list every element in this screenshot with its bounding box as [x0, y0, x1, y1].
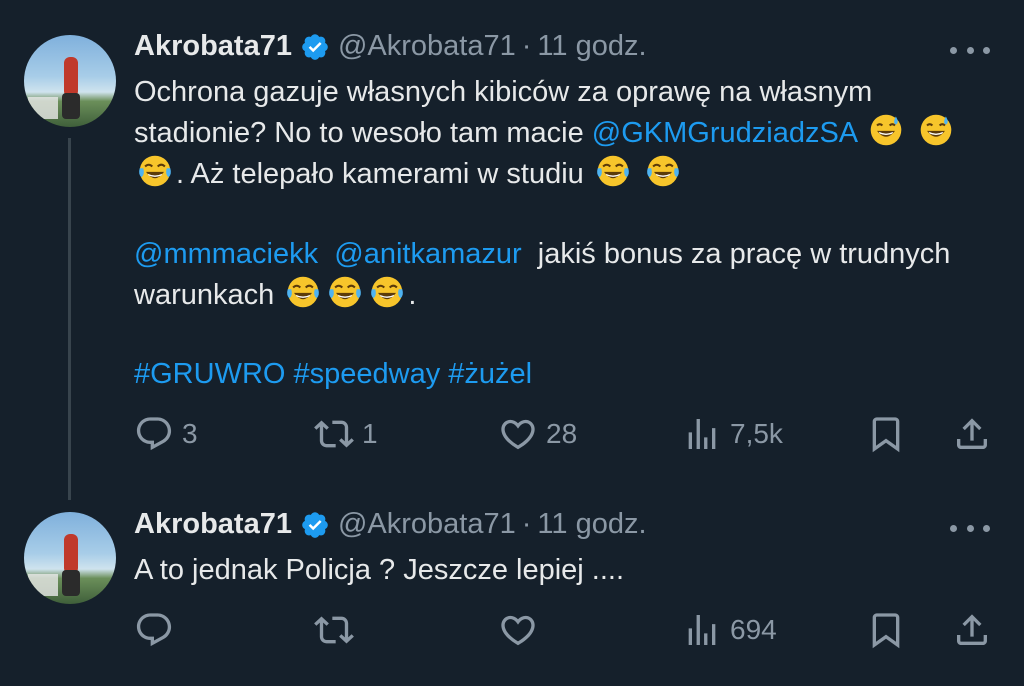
tweet-header: Akrobata71 @Akrobata71 · 11 godz.: [134, 30, 647, 63]
like-button[interactable]: 28: [498, 414, 577, 454]
mention-link[interactable]: @GKMGrudziadzSA: [592, 117, 857, 149]
text-segment: A to jednak Policja ? Jeszcze lepiej ...…: [134, 554, 625, 586]
retweet-button[interactable]: 1: [314, 414, 378, 454]
text-segment: . Aż telepało kamerami w studiu: [176, 158, 584, 190]
share-button[interactable]: [952, 610, 992, 650]
tears-of-joy-emoji: [369, 274, 405, 310]
like-count: 28: [546, 418, 578, 449]
separator-dot: ·: [521, 508, 532, 540]
tweet-2[interactable]: Akrobata71 @Akrobata71 · 11 godz. A to j…: [0, 500, 1024, 686]
tweet-1[interactable]: Akrobata71 @Akrobata71 · 11 godz. Ochron…: [0, 0, 1024, 500]
mention-link[interactable]: @mmmaciekk: [134, 238, 318, 270]
text-segment: .: [408, 279, 417, 311]
bookmark-icon: [872, 417, 900, 453]
thread-line: [68, 138, 71, 500]
verified-badge-icon: [300, 510, 330, 540]
tears-of-joy-emoji: [137, 153, 173, 189]
reply-count: 3: [182, 418, 198, 449]
views-button[interactable]: 7,5k: [682, 414, 783, 454]
verified-badge-icon: [300, 32, 330, 62]
avatar[interactable]: [24, 35, 116, 127]
tweet-text-paragraph-2: @mmmaciekk @anitkamazur jakiś bonus za p…: [134, 234, 974, 315]
tears-of-joy-emoji: [285, 274, 321, 310]
views-button[interactable]: 694: [682, 610, 777, 650]
tears-of-joy-emoji: [595, 153, 631, 189]
mention-link[interactable]: @anitkamazur: [334, 238, 521, 270]
share-icon: [957, 418, 987, 449]
share-icon: [957, 614, 987, 645]
reply-button[interactable]: [134, 610, 174, 650]
views-icon: [688, 615, 716, 645]
reply-icon: [136, 613, 172, 647]
author-handle[interactable]: @Akrobata71: [338, 30, 516, 63]
share-button[interactable]: [952, 414, 992, 454]
avatar-building: [28, 97, 58, 119]
retweet-icon: [314, 616, 354, 644]
avatar-building: [28, 574, 58, 596]
more-icon[interactable]: [950, 518, 990, 538]
like-button[interactable]: [498, 610, 538, 650]
bookmark-icon: [872, 613, 900, 649]
avatar-figure: [64, 534, 78, 574]
retweet-count: 1: [362, 418, 378, 449]
avatar-figure: [64, 57, 78, 97]
tweet-header: Akrobata71 @Akrobata71 · 11 godz.: [134, 508, 647, 541]
bookmark-button[interactable]: [866, 414, 906, 454]
grinning-sweat-emoji: [918, 112, 954, 148]
grinning-sweat-emoji: [868, 112, 904, 148]
timestamp[interactable]: 11 godz.: [537, 30, 646, 63]
author-name[interactable]: Akrobata71: [134, 508, 292, 541]
tears-of-joy-emoji: [645, 153, 681, 189]
timestamp[interactable]: 11 godz.: [537, 508, 646, 541]
like-icon: [501, 615, 535, 646]
bookmark-button[interactable]: [866, 610, 906, 650]
like-icon: [501, 419, 535, 450]
avatar-figure-legs: [62, 93, 80, 119]
tweet-text: Ochrona gazuje własnych kibiców za opraw…: [134, 72, 974, 194]
retweet-button[interactable]: [314, 610, 354, 650]
views-count: 694: [730, 614, 777, 645]
hashtags: #GRUWRO #speedway #żużel: [134, 354, 974, 394]
views-count: 7,5k: [730, 418, 783, 449]
reply-button[interactable]: 3: [134, 414, 198, 454]
tweet-text: A to jednak Policja ? Jeszcze lepiej ...…: [134, 550, 974, 590]
retweet-icon: [314, 420, 354, 448]
views-icon: [688, 419, 716, 449]
more-icon[interactable]: [950, 40, 990, 60]
action-bar: 3 1 28 7,5k: [134, 414, 1000, 454]
separator-dot: ·: [521, 30, 532, 62]
tears-of-joy-emoji: [327, 274, 363, 310]
avatar[interactable]: [24, 512, 116, 604]
author-handle[interactable]: @Akrobata71: [338, 508, 516, 541]
author-name[interactable]: Akrobata71: [134, 30, 292, 63]
reply-icon: [136, 417, 172, 451]
hashtag-links[interactable]: #GRUWRO #speedway #żużel: [134, 358, 532, 390]
action-bar: 694: [134, 610, 1000, 650]
avatar-figure-legs: [62, 570, 80, 596]
